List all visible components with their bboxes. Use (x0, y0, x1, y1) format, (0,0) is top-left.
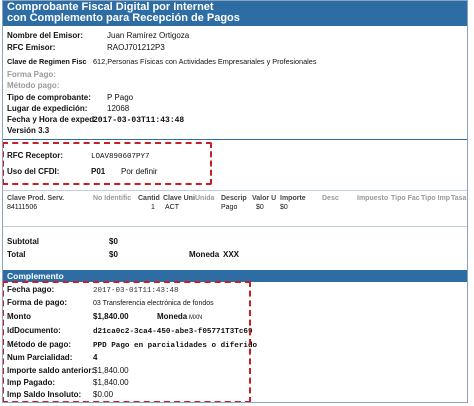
fecha-expedicion-label: Fecha y Hora de exped (7, 115, 95, 124)
col-descuento: Desc (322, 195, 339, 202)
cell-valor-unitario: $0 (256, 204, 264, 211)
receptor-highlight-box (3, 142, 212, 185)
col-valor-unitario: Valor U (252, 195, 277, 202)
emisor-regimen-label: Clave de Regimen Fisc (7, 57, 87, 66)
metodo-pago-label: Método pago: (7, 81, 60, 90)
emisor-rfc-label: RFC Emisor: (7, 43, 56, 52)
cell-descripcion: Pago (221, 204, 238, 211)
subtotal-value: $0 (109, 237, 118, 246)
fecha-expedicion-value: 2017-03-03T11:43:48 (93, 116, 185, 125)
col-no-identificacion: No Identific (93, 195, 132, 202)
col-cantidad: Cantid (138, 195, 160, 202)
cell-cantidad: 1 (151, 204, 155, 211)
col-impuesto: Impuesto (357, 195, 389, 202)
col-tasa: Tasa (451, 195, 467, 202)
fecha-expedicion-row: Fecha y Hora de exped2017-03-03T11:43:48 (7, 115, 184, 126)
tipo-comprobante-label: Tipo de comprobante: (7, 93, 91, 102)
complemento-title: Complemento (7, 271, 64, 281)
subtotal-row: Subtotal $0 (7, 237, 118, 247)
col-clave-unidad: Clave Uni (163, 195, 195, 202)
version-label: Versión 3.3 (7, 126, 50, 135)
col-clave-prod: Clave Prod. Serv. (7, 195, 65, 202)
emisor-name-label: Nombre del Emisor: (7, 31, 84, 40)
emisor-regimen-value: 612,Personas Físicas con Actividades Emp… (93, 57, 317, 66)
col-importe: Importe (280, 195, 306, 202)
invoice-document: Comprobante Fiscal Digital por Internet … (2, 0, 468, 403)
col-descripcion: Descrip (221, 195, 247, 202)
cell-clave-prod: 84111506 (7, 204, 38, 211)
version-row: Versión 3.3 (7, 126, 49, 136)
forma-pago-label: Forma Pago: (7, 70, 56, 79)
document-header: Comprobante Fiscal Digital por Internet … (3, 1, 467, 26)
forma-pago-row: Forma Pago: (7, 70, 56, 80)
lugar-expedicion-label: Lugar de expedición: (7, 104, 88, 113)
concepts-top-divider (3, 190, 467, 191)
moneda-value: XXX (223, 250, 240, 259)
tipo-comprobante-value: P Pago (107, 93, 134, 102)
total-row: Total $0 Moneda XXX (7, 250, 239, 260)
header-title-line2: con Complemento para Recepción de Pagos (7, 12, 240, 24)
total-value: $0 (109, 250, 118, 259)
col-tipo-factor: Tipo Fac (391, 195, 420, 202)
lugar-expedicion-value: 12068 (107, 104, 130, 113)
complemento-highlight-box (3, 281, 251, 402)
subtotal-label: Subtotal (7, 237, 39, 246)
tipo-comprobante-row: Tipo de comprobante: P Pago (7, 93, 133, 103)
emisor-rfc-value: RAOJ701212P3 (107, 43, 165, 52)
concepts-bottom-divider (3, 226, 467, 227)
emisor-regimen-row: Clave de Regimen Fisc 612,Personas Física… (7, 57, 316, 67)
emisor-name-value: Juan Ramírez Ortigoza (107, 31, 190, 40)
emisor-rfc-row: RFC Emisor: RAOJ701212P3 (7, 43, 165, 53)
cell-importe: $0 (280, 204, 288, 211)
cell-clave-unidad: ACT (165, 204, 179, 211)
lugar-expedicion-row: Lugar de expedición: 12068 (7, 104, 129, 114)
col-tipo-impuesto: Tipo Imp (421, 195, 451, 202)
emisor-name-row: Nombre del Emisor: Juan Ramírez Ortigoza (7, 31, 189, 41)
total-label: Total (7, 250, 26, 259)
moneda-label: Moneda (189, 250, 220, 259)
section-divider (3, 139, 467, 140)
col-unidad: Unida (195, 195, 215, 202)
metodo-pago-row: Método pago: (7, 81, 59, 91)
